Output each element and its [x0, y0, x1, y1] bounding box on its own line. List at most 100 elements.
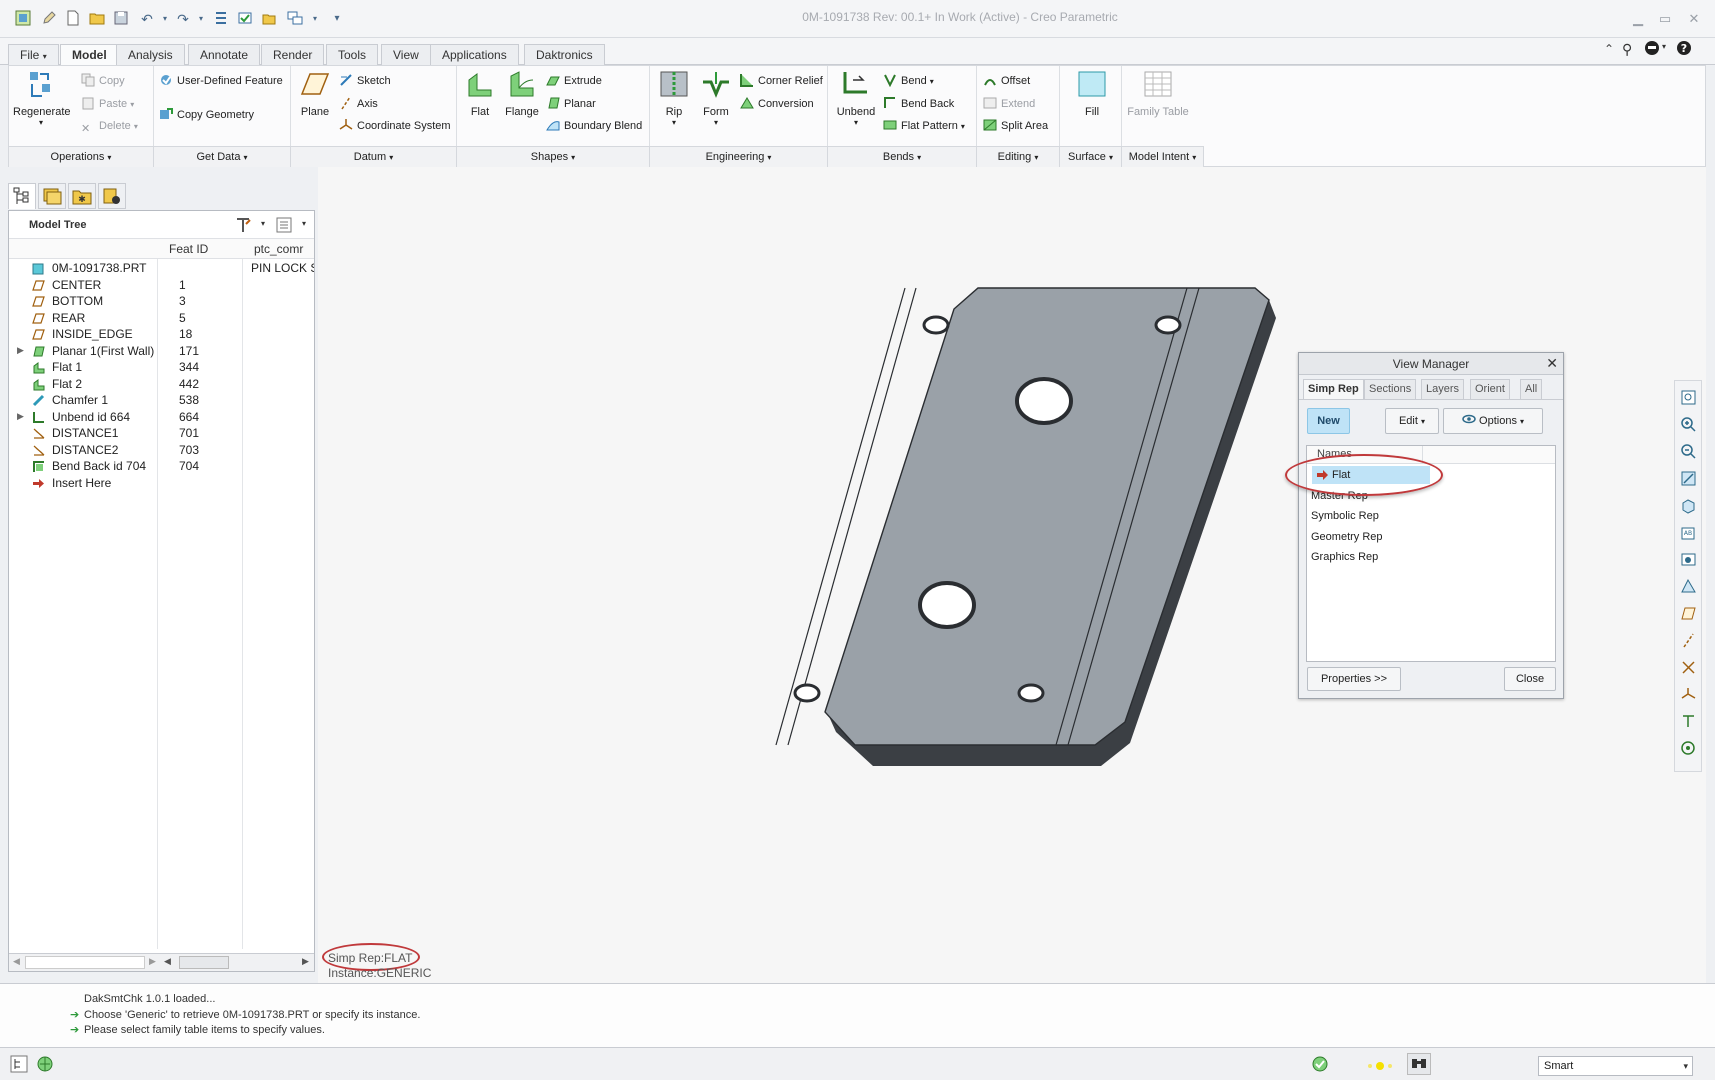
plane-display-icon[interactable]	[1680, 605, 1697, 622]
axis-button[interactable]: Axis	[339, 95, 378, 113]
spin-center-icon[interactable]	[1680, 740, 1697, 757]
tab-model[interactable]: Model	[60, 44, 119, 66]
tree-row[interactable]: INSIDE_EDGE 18	[9, 326, 314, 344]
corner-relief-button[interactable]: Corner Relief	[740, 72, 823, 90]
scroll-left-icon[interactable]: ◀	[13, 956, 20, 967]
tree-row[interactable]: DISTANCE1 701	[9, 425, 314, 443]
flange-button[interactable]: Flange	[503, 70, 541, 118]
layer-tree-tab[interactable]	[38, 183, 66, 209]
csys-display-icon[interactable]	[1680, 686, 1697, 703]
conversion-button[interactable]: Conversion	[740, 95, 814, 113]
perspective-icon[interactable]	[1680, 578, 1697, 595]
close-icon[interactable]: ✕	[1546, 355, 1558, 372]
column-scroll-right-icon[interactable]: ▶	[302, 956, 309, 967]
community-icon[interactable]	[1644, 40, 1660, 59]
form-button[interactable]: Form ▾	[697, 70, 735, 127]
saved-orientations-icon[interactable]: AB	[1680, 524, 1697, 541]
column-header-comment[interactable]: ptc_comr	[254, 242, 303, 256]
maximize-icon[interactable]: ▭	[1655, 10, 1675, 28]
tree-row[interactable]: REAR 5	[9, 310, 314, 328]
favorites-tab[interactable]	[98, 183, 126, 209]
split-area-button[interactable]: Split Area	[983, 117, 1048, 135]
community-dropdown-icon[interactable]: ▾	[1662, 42, 1666, 51]
minimize-icon[interactable]: ▁	[1628, 10, 1648, 28]
tab-render[interactable]: Render	[261, 44, 325, 65]
search-icon[interactable]: ⚲	[1622, 41, 1632, 58]
options-button[interactable]: Options ▾	[1443, 408, 1543, 434]
regenerate-button[interactable]: Regenerate ▾	[13, 70, 71, 127]
tab-simp-rep[interactable]: Simp Rep	[1303, 379, 1364, 399]
tab-orient[interactable]: Orient	[1470, 379, 1510, 399]
toggle-browser-icon[interactable]	[36, 1055, 54, 1076]
windows-icon[interactable]	[236, 10, 254, 28]
new-file-icon[interactable]	[64, 10, 82, 28]
show-icon[interactable]	[275, 216, 293, 237]
redo-dropdown-icon[interactable]: ▾	[192, 10, 210, 28]
family-table-button[interactable]: Family Table	[1127, 70, 1189, 118]
simp-rep-item[interactable]: Symbolic Rep	[1311, 507, 1379, 525]
tree-row[interactable]: Insert Here	[9, 475, 314, 493]
tree-row[interactable]: ▶ Planar 1(First Wall) 171	[9, 343, 314, 361]
offset-button[interactable]: Offset	[983, 72, 1030, 90]
bends-group-label[interactable]: Bends ▾	[828, 146, 977, 167]
engineering-group-label[interactable]: Engineering ▾	[650, 146, 828, 167]
editing-group-label[interactable]: Editing ▾	[977, 146, 1060, 167]
coordinate-system-button[interactable]: Coordinate System	[339, 117, 451, 135]
switch-windows-icon[interactable]	[286, 10, 304, 28]
undo-icon[interactable]: ↶	[138, 10, 156, 28]
sketch-button[interactable]: Sketch	[339, 72, 391, 90]
tab-annotate[interactable]: Annotate	[188, 44, 261, 65]
model-tree-tab[interactable]	[8, 183, 36, 209]
tab-layers[interactable]: Layers	[1421, 379, 1465, 399]
properties-button[interactable]: Properties >>	[1307, 667, 1401, 691]
rip-button[interactable]: Rip ▾	[655, 70, 693, 127]
simp-rep-item[interactable]: Geometry Rep	[1311, 528, 1383, 546]
tree-row[interactable]: BOTTOM 3	[9, 293, 314, 311]
edit-icon[interactable]	[40, 10, 58, 28]
refit-icon[interactable]	[1680, 389, 1697, 406]
operations-group-label[interactable]: Operations ▾	[9, 146, 154, 167]
zoom-out-icon[interactable]	[1680, 443, 1697, 460]
regenerate-quick-icon[interactable]	[212, 10, 230, 28]
save-icon[interactable]	[112, 10, 130, 28]
column-scroll-left-icon[interactable]: ◀	[164, 956, 171, 967]
tree-row[interactable]: 0M-1091738.PRT PIN LOCK S	[9, 260, 314, 278]
tree-row[interactable]: Bend Back id 704 704	[9, 458, 314, 476]
collapse-ribbon-icon[interactable]: ⌃	[1604, 42, 1614, 56]
surface-group-label[interactable]: Surface ▾	[1060, 146, 1122, 167]
tree-row[interactable]: DISTANCE2 703	[9, 442, 314, 460]
help-icon[interactable]: ?	[1676, 40, 1692, 59]
tree-row[interactable]: Flat 2 442	[9, 376, 314, 394]
regeneration-status-icon[interactable]	[1311, 1055, 1329, 1076]
customize-toolbar-icon[interactable]: ▾	[328, 10, 346, 28]
get-data-group-label[interactable]: Get Data ▾	[154, 146, 291, 167]
show-dropdown-icon[interactable]: ▾	[302, 219, 306, 228]
undo-dropdown-icon[interactable]: ▾	[156, 10, 174, 28]
extend-button[interactable]: Extend	[983, 95, 1035, 113]
plane-button[interactable]: Plane	[295, 70, 335, 118]
tree-row[interactable]: Chamfer 1 538	[9, 392, 314, 410]
horizontal-scrollbar[interactable]: ◀ ▶ ◀ ▶	[9, 953, 314, 971]
column-scrollbar-thumb[interactable]	[179, 956, 229, 969]
datum-group-label[interactable]: Datum ▾	[291, 146, 457, 167]
bend-button[interactable]: Bend ▾	[883, 72, 934, 90]
tab-sections[interactable]: Sections	[1364, 379, 1417, 399]
folder-browser-tab[interactable]: ✱	[68, 183, 96, 209]
shapes-group-label[interactable]: Shapes ▾	[457, 146, 650, 167]
annotation-display-icon[interactable]	[1680, 713, 1697, 730]
delete-button[interactable]: ✕ Delete ▾	[81, 117, 138, 135]
extrude-button[interactable]: Extrude	[546, 72, 602, 90]
unbend-button[interactable]: Unbend ▾	[833, 70, 879, 127]
tree-settings-icon[interactable]	[234, 216, 252, 237]
scroll-right-icon[interactable]: ▶	[149, 956, 156, 967]
point-display-icon[interactable]	[1680, 659, 1697, 676]
expand-arrow-icon[interactable]: ▶	[17, 411, 24, 422]
axis-display-icon[interactable]	[1680, 632, 1697, 649]
tab-tools[interactable]: Tools	[326, 44, 379, 65]
tree-row[interactable]: ▶ Unbend id 664 664	[9, 409, 314, 427]
bend-back-button[interactable]: Bend Back	[883, 95, 954, 113]
repaint-icon[interactable]	[1680, 470, 1697, 487]
selection-filter[interactable]: Smart ▾	[1538, 1056, 1693, 1076]
zoom-in-icon[interactable]	[1680, 416, 1697, 433]
fill-button[interactable]: Fill	[1065, 70, 1119, 118]
